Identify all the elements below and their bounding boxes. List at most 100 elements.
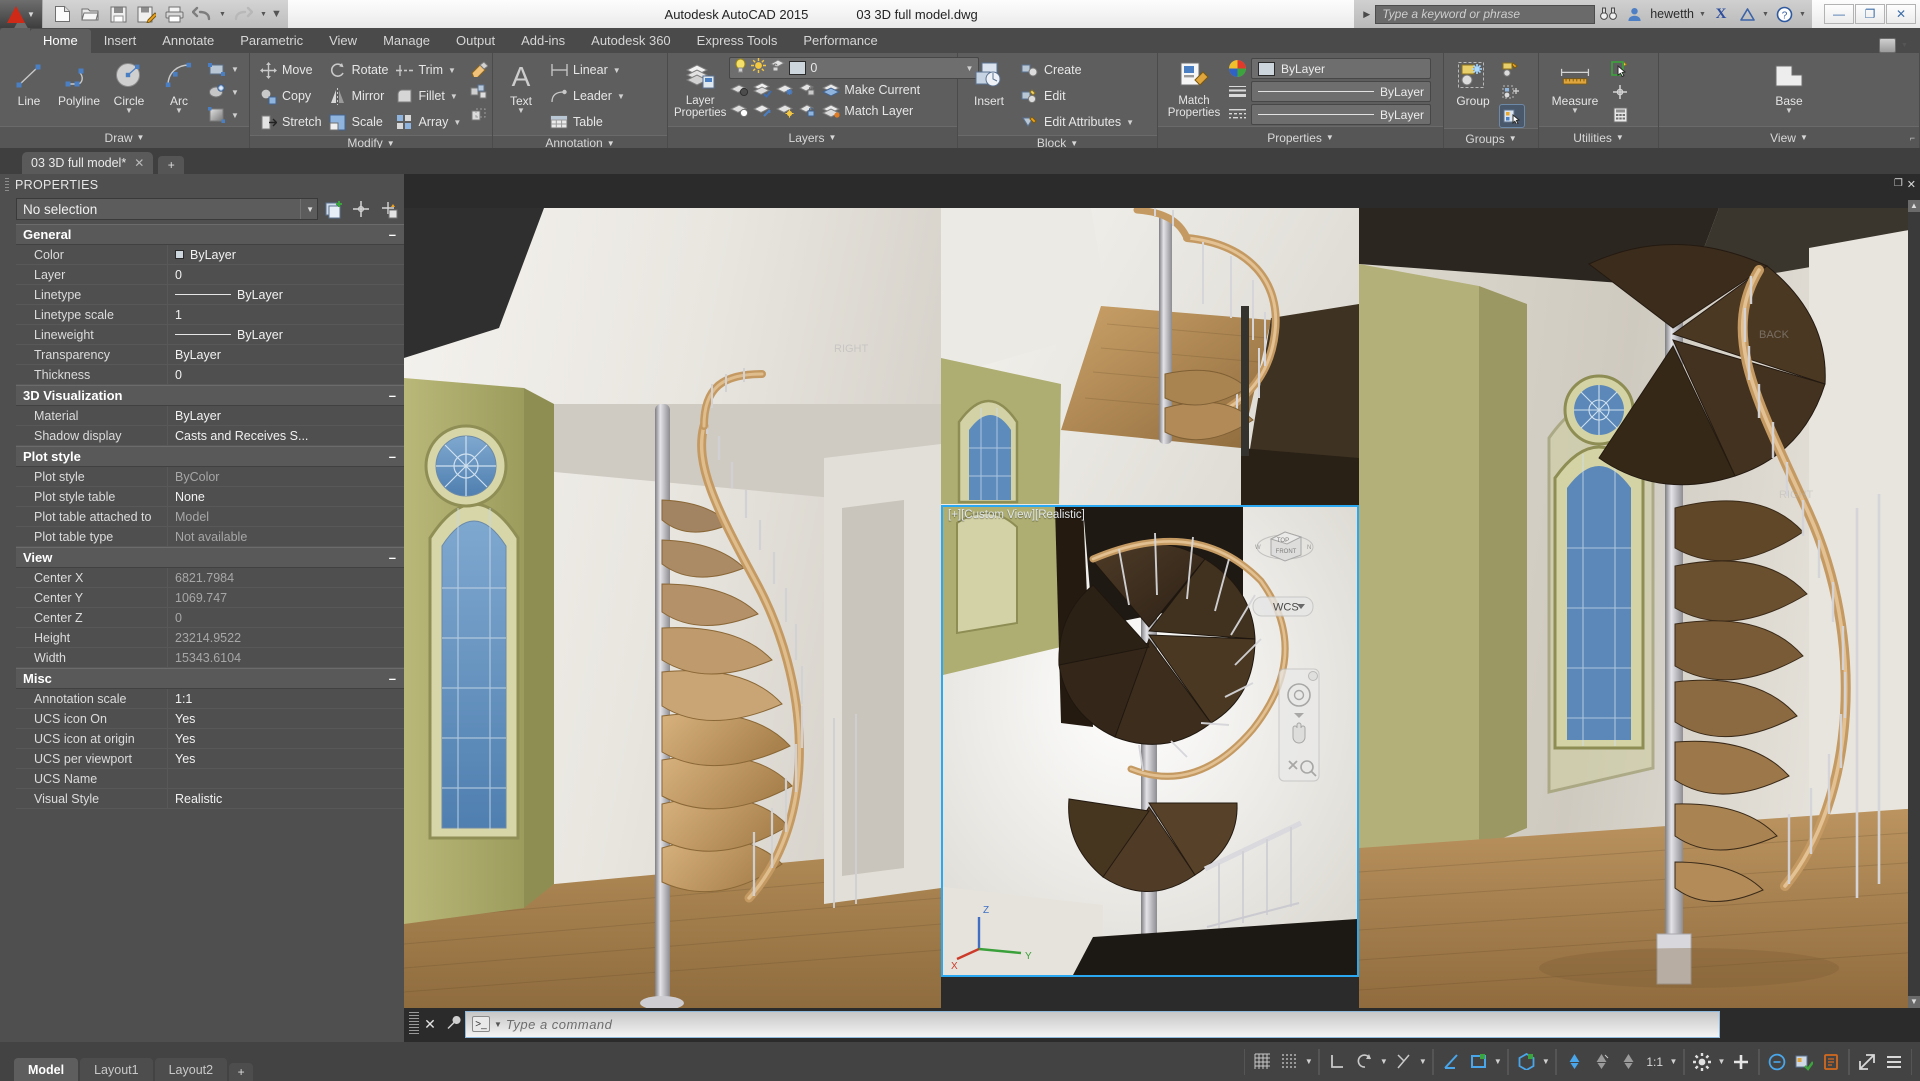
property-group-general[interactable]: General – xyxy=(16,224,404,245)
undo-icon[interactable] xyxy=(189,3,215,25)
layer-turn-all-on-icon[interactable] xyxy=(752,101,772,121)
rectangle-button[interactable]: ▼ xyxy=(205,58,242,80)
layer-thaw-all-icon[interactable] xyxy=(775,101,795,121)
property-value[interactable]: 1:1 xyxy=(168,692,404,706)
property-value[interactable]: 6821.7984 xyxy=(168,571,404,585)
make-current-icon[interactable] xyxy=(821,80,841,100)
property-row[interactable]: Visual Style Realistic xyxy=(16,789,404,809)
tab-insert[interactable]: Insert xyxy=(91,29,150,53)
autoscale-icon[interactable] xyxy=(1589,1050,1613,1074)
open-icon[interactable] xyxy=(77,3,103,25)
edit-attributes-button[interactable]: Edit Attributes ▼ xyxy=(1017,109,1138,135)
circle-dropdown-icon[interactable]: ▼ xyxy=(125,107,133,115)
property-row[interactable]: Plot style ByColor xyxy=(16,467,404,487)
property-row[interactable]: Annotation scale 1:1 xyxy=(16,689,404,709)
layer-unlock-all-icon[interactable] xyxy=(798,101,818,121)
tab-parametric[interactable]: Parametric xyxy=(227,29,316,53)
match-layer-icon[interactable] xyxy=(821,101,841,121)
workspace-switching-icon[interactable] xyxy=(1690,1050,1714,1074)
scale-button[interactable]: Scale xyxy=(325,109,392,135)
gradient-dropdown-icon[interactable]: ▼ xyxy=(230,111,240,120)
close-viewport-icon[interactable]: ✕ xyxy=(1907,178,1916,191)
rectangle-dropdown-icon[interactable]: ▼ xyxy=(230,65,240,74)
a360-dropdown-icon[interactable]: ▼ xyxy=(1760,11,1771,18)
snap-dropdown-icon[interactable]: ▼ xyxy=(1304,1057,1313,1066)
layer-freeze-layer-icon[interactable] xyxy=(775,80,795,100)
ribbon-minimize-icon[interactable] xyxy=(1879,38,1896,53)
toolbar-lock-icon[interactable] xyxy=(1729,1050,1753,1074)
user-dropdown-icon[interactable]: ▼ xyxy=(1697,11,1708,18)
property-value[interactable]: Not available xyxy=(168,530,404,544)
help-dropdown-icon[interactable]: ▼ xyxy=(1797,11,1808,18)
qat-overflow-icon[interactable]: ▼ xyxy=(271,8,282,20)
viewport-right[interactable]: BACK RIGHT xyxy=(1359,208,1920,1008)
polar-tracking-icon[interactable] xyxy=(1352,1050,1376,1074)
close-icon[interactable]: ✕ xyxy=(419,1016,441,1033)
property-value[interactable]: 1 xyxy=(168,308,404,322)
exchange-apps-icon[interactable]: X xyxy=(1708,3,1734,25)
property-value[interactable]: Realistic xyxy=(168,792,404,806)
rotate-button[interactable]: Rotate xyxy=(325,57,392,83)
close-button[interactable]: ✕ xyxy=(1886,4,1916,24)
property-row[interactable]: Linetype ByLayer xyxy=(16,285,404,305)
property-row[interactable]: UCS icon On Yes xyxy=(16,709,404,729)
property-value[interactable]: ByLayer xyxy=(168,409,404,423)
dynamic-ucs-icon[interactable] xyxy=(1439,1050,1463,1074)
layer-unlock-icon[interactable] xyxy=(770,58,786,78)
leader-button[interactable]: Leader ▼ xyxy=(546,83,629,109)
hatch-dropdown-icon[interactable]: ▼ xyxy=(230,88,240,97)
layer-on-icon[interactable] xyxy=(734,58,747,78)
viewport-active-custom-view[interactable]: Z X Y TOP FRONT W N WCS [+][Custom View]… xyxy=(941,505,1359,977)
search-binoculars-icon[interactable] xyxy=(1595,3,1621,25)
chevron-right-icon[interactable]: ▶ xyxy=(1358,9,1375,20)
layout-tab-layout2[interactable]: Layout2 xyxy=(154,1058,228,1081)
viewport-top-middle[interactable] xyxy=(941,208,1359,505)
pick-point-icon[interactable] xyxy=(350,198,372,220)
property-row[interactable]: Center Z 0 xyxy=(16,608,404,628)
file-tab-03-3d-full-model[interactable]: 03 3D full model* ✕ xyxy=(22,152,154,174)
text-button[interactable]: A Text ▼ xyxy=(498,57,544,116)
osnap-tracking-dropdown-icon[interactable]: ▼ xyxy=(1418,1057,1427,1066)
property-row[interactable]: Shadow display Casts and Receives S... xyxy=(16,426,404,446)
command-history-dropdown-icon[interactable]: ▼ xyxy=(494,1020,502,1029)
new-icon[interactable] xyxy=(49,3,75,25)
property-value[interactable]: ByLayer xyxy=(168,288,404,302)
property-row[interactable]: Center Y 1069.747 xyxy=(16,588,404,608)
property-row[interactable]: Width 15343.6104 xyxy=(16,648,404,668)
undo-dropdown-icon[interactable]: ▼ xyxy=(217,11,228,18)
panel-title-view[interactable]: View ▼ ⌐ xyxy=(1659,126,1919,148)
hatch-button[interactable]: ▼ xyxy=(205,81,242,103)
trim-dropdown-icon[interactable]: ▼ xyxy=(447,66,457,75)
property-value[interactable]: ByLayer xyxy=(168,248,404,262)
3d-snap-dropdown-icon[interactable]: ▼ xyxy=(1541,1057,1550,1066)
line-button[interactable]: Line xyxy=(5,57,53,109)
ungroup-button[interactable] xyxy=(1499,58,1525,80)
property-value[interactable]: 15343.6104 xyxy=(168,651,404,665)
autodesk-360-icon[interactable] xyxy=(1734,3,1760,25)
linetype-stack-icon[interactable] xyxy=(1227,105,1247,125)
fillet-dropdown-icon[interactable]: ▼ xyxy=(449,92,459,101)
mirror-button[interactable]: Mirror xyxy=(325,83,392,109)
plot-icon[interactable] xyxy=(161,3,187,25)
quick-select-icon[interactable] xyxy=(323,198,345,220)
command-line-grip[interactable] xyxy=(409,1012,419,1036)
panel-title-groups[interactable]: Groups ▼ xyxy=(1444,128,1538,148)
redo-dropdown-icon[interactable]: ▼ xyxy=(258,11,269,18)
stretch-button[interactable]: Stretch xyxy=(255,109,325,135)
annotation-scale-value[interactable]: 1:1 xyxy=(1643,1055,1666,1069)
array-dropdown-icon[interactable]: ▼ xyxy=(452,118,462,127)
linear-dropdown-icon[interactable]: ▼ xyxy=(612,66,622,75)
layout-tab-model[interactable]: Model xyxy=(14,1058,79,1081)
property-value[interactable]: ByLayer xyxy=(168,328,404,342)
customize-icon[interactable] xyxy=(441,1015,465,1033)
workspace-dropdown-icon[interactable]: ▼ xyxy=(1717,1057,1726,1066)
copy-button[interactable]: Copy xyxy=(255,83,325,109)
panel-title-utilities[interactable]: Utilities ▼ xyxy=(1539,126,1658,148)
ucs-dropdown-icon[interactable]: ▼ xyxy=(1493,1057,1502,1066)
tab-manage[interactable]: Manage xyxy=(370,29,443,53)
close-icon[interactable]: ✕ xyxy=(134,156,144,170)
tab-add-ins[interactable]: Add-ins xyxy=(508,29,578,53)
hardware-info-icon[interactable] xyxy=(1819,1050,1843,1074)
property-row[interactable]: Plot style table None xyxy=(16,487,404,507)
property-value[interactable]: None xyxy=(168,490,404,504)
